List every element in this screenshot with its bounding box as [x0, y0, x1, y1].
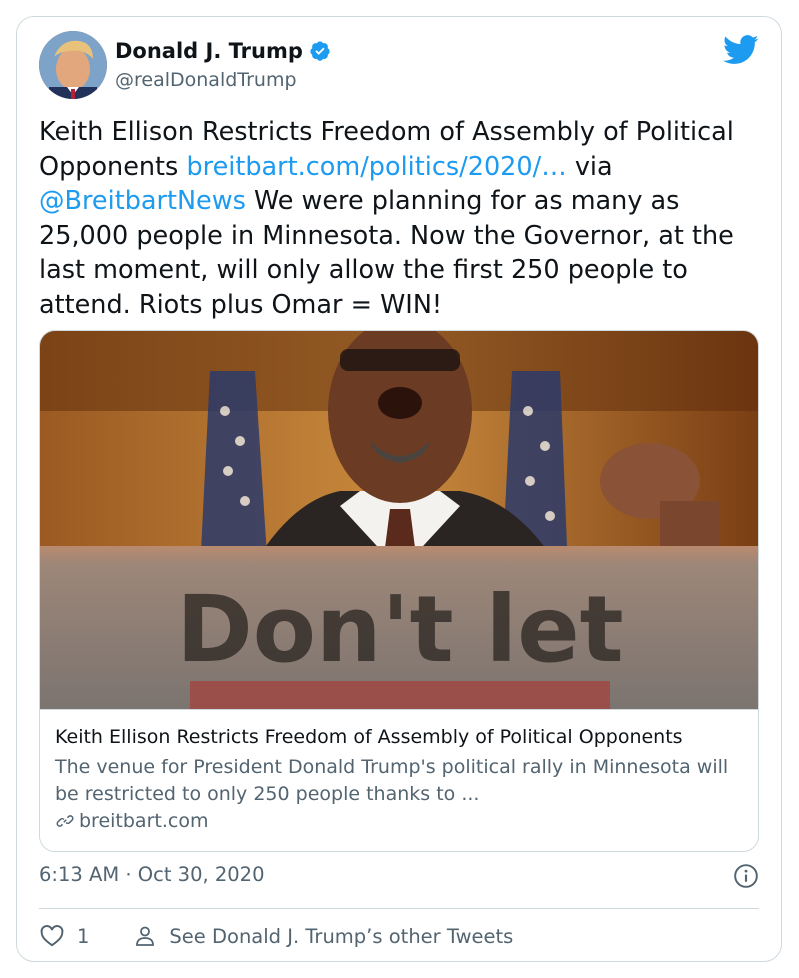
avatar[interactable] [39, 31, 107, 99]
article-domain: breitbart.com [79, 810, 209, 832]
person-icon [136, 926, 155, 946]
info-icon[interactable] [733, 863, 759, 889]
article-title[interactable]: Keith Ellison Restricts Freedom of Assem… [55, 726, 683, 748]
author-name[interactable]: Donald J. Trump [115, 39, 303, 63]
article-domain-row[interactable]: breitbart.com [55, 810, 208, 832]
like-count: 1 [77, 924, 90, 948]
other-tweets-link[interactable]: See Donald J. Trump’s other Tweets [133, 924, 513, 948]
article-image[interactable]: Don't let [40, 331, 758, 709]
tweet-card: Donald J. Trump @realDonaldTrump Keith E… [16, 16, 782, 962]
tweet-text: Keith Ellison Restricts Freedom of Assem… [39, 115, 769, 322]
podium-sign-text: Don't let [176, 576, 623, 683]
mention-link[interactable]: @BreitbartNews [39, 186, 246, 216]
article-description: The venue for President Donald Trump's p… [55, 756, 729, 805]
like-button[interactable]: 1 [39, 923, 89, 949]
tweet-link[interactable]: breitbart.com/politics/2020/… [186, 152, 566, 182]
link-card-meta[interactable]: Keith Ellison Restricts Freedom of Assem… [40, 709, 758, 851]
other-tweets-label: See Donald J. Trump’s other Tweets [169, 924, 514, 948]
tweet-timestamp[interactable]: 6:13 AM · Oct 30, 2020 [39, 863, 265, 886]
twitter-bird-icon[interactable] [723, 35, 759, 65]
tweet-actions: 1 See Donald J. Trump’s other Tweets [39, 920, 513, 952]
link-preview-card[interactable]: Don't let Keith Ellison Restricts Freedo… [39, 330, 759, 852]
verified-badge-icon [310, 41, 330, 61]
tweet-text-segment: via [566, 151, 613, 182]
heart-icon [40, 925, 64, 947]
link-icon [56, 815, 74, 827]
divider [39, 908, 759, 909]
author-handle[interactable]: @realDonaldTrump [115, 69, 297, 91]
